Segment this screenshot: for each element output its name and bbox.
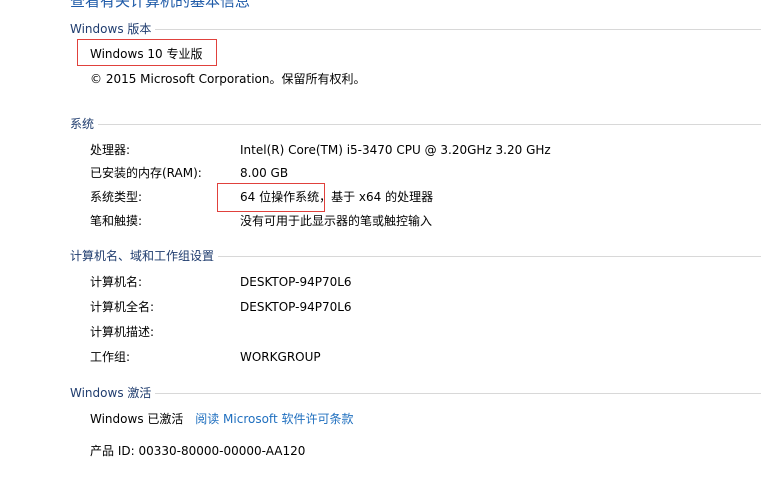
system-row-type: 系统类型: 64 位操作系统，基于 x64 的处理器	[0, 188, 761, 206]
section-title-activation: Windows 激活	[70, 385, 152, 400]
workgroup-value: WORKGROUP	[240, 350, 321, 364]
activation-status: Windows 已激活	[90, 412, 184, 426]
system-row-pen-touch: 笔和触摸: 没有可用于此显示器的笔或触控输入	[0, 212, 761, 230]
activation-row: Windows 已激活 阅读 Microsoft 软件许可条款	[90, 410, 353, 428]
section-divider	[98, 123, 761, 125]
product-id: 产品 ID: 00330-80000-00000-AA120	[90, 444, 306, 458]
computer-row-full-name: 计算机全名: DESKTOP-94P70L6	[0, 298, 761, 316]
windows-edition-value: Windows 10 专业版	[90, 47, 203, 61]
section-divider	[155, 28, 761, 30]
computer-row-name: 计算机名: DESKTOP-94P70L6	[0, 273, 761, 291]
section-title-system: 系统	[70, 116, 95, 131]
system-row-processor: 处理器: Intel(R) Core(TM) i5-3470 CPU @ 3.2…	[0, 141, 761, 159]
ram-value: 8.00 GB	[240, 166, 289, 180]
computer-row-workgroup: 工作组: WORKGROUP	[0, 348, 761, 366]
processor-value: Intel(R) Core(TM) i5-3470 CPU @ 3.20GHz …	[240, 143, 551, 157]
system-row-ram: 已安装的内存(RAM): 8.00 GB	[0, 164, 761, 182]
computer-row-description: 计算机描述:	[0, 323, 761, 341]
system-type-label: 系统类型:	[90, 190, 143, 204]
section-title-windows-edition: Windows 版本	[70, 21, 152, 36]
section-activation: Windows 激活	[70, 384, 761, 400]
section-title-computer-name: 计算机名、域和工作组设置	[70, 248, 215, 263]
section-computer-name: 计算机名、域和工作组设置	[70, 247, 761, 263]
license-terms-link[interactable]: 阅读 Microsoft 软件许可条款	[195, 412, 353, 426]
workgroup-label: 工作组:	[90, 350, 131, 364]
ram-label: 已安装的内存(RAM):	[90, 166, 202, 180]
full-name-value: DESKTOP-94P70L6	[240, 300, 352, 314]
computer-name-value: DESKTOP-94P70L6	[240, 275, 352, 289]
section-divider	[218, 255, 761, 257]
processor-label: 处理器:	[90, 143, 131, 157]
pen-touch-label: 笔和触摸:	[90, 214, 143, 228]
system-type-value: 64 位操作系统，基于 x64 的处理器	[240, 190, 434, 204]
section-divider	[155, 392, 761, 394]
description-label: 计算机描述:	[90, 325, 155, 339]
page-heading: 查看有关计算机的基本信息	[70, 0, 251, 10]
computer-name-label: 计算机名:	[90, 275, 143, 289]
copyright-text: © 2015 Microsoft Corporation。保留所有权利。	[90, 72, 366, 86]
section-system: 系统	[70, 115, 761, 131]
pen-touch-value: 没有可用于此显示器的笔或触控输入	[240, 214, 433, 228]
section-windows-edition: Windows 版本	[70, 20, 761, 36]
full-name-label: 计算机全名:	[90, 300, 155, 314]
